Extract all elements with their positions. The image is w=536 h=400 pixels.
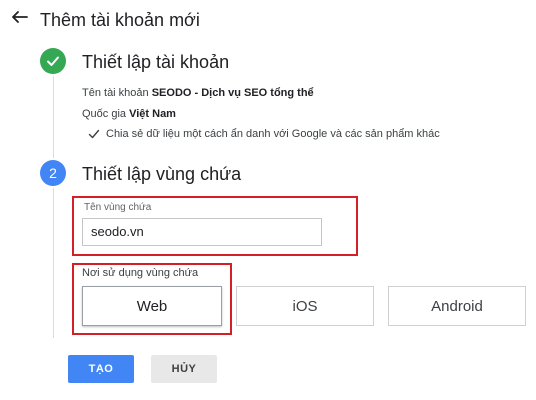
cancel-button[interactable]: HỦY (151, 355, 217, 383)
step2-number-badge: 2 (40, 160, 66, 186)
data-sharing-text: Chia sẻ dữ liệu một cách ẩn danh với Goo… (106, 128, 440, 140)
account-name-value: SEODO - Dịch vụ SEO tổng thể (151, 87, 314, 99)
country-line: Quốc gia Việt Nam (82, 108, 176, 120)
page-title: Thêm tài khoản mới (40, 10, 200, 30)
container-name-label: Tên vùng chứa (84, 202, 152, 213)
check-small-icon (88, 129, 100, 139)
back-arrow-icon[interactable] (8, 6, 30, 28)
usage-label: Nơi sử dụng vùng chứa (82, 267, 199, 279)
step-connector-line (53, 76, 54, 158)
account-name-line: Tên tài khoản SEODO - Dịch vụ SEO tổng t… (82, 87, 314, 99)
create-button[interactable]: TẠO (68, 355, 134, 383)
account-name-label: Tên tài khoản (82, 87, 149, 99)
platform-ios-button[interactable]: iOS (236, 286, 374, 326)
step2-title: Thiết lập vùng chứa (82, 164, 242, 184)
container-name-input[interactable]: seodo.vn (82, 218, 322, 246)
data-sharing-line: Chia sẻ dữ liệu một cách ẩn danh với Goo… (88, 128, 440, 140)
step-connector-line (53, 188, 54, 338)
checkmark-icon (47, 56, 59, 66)
country-value: Việt Nam (129, 108, 176, 120)
platform-android-button[interactable]: Android (388, 286, 526, 326)
country-label: Quốc gia (82, 108, 127, 120)
platform-web-button[interactable]: Web (82, 286, 222, 326)
step1-complete-icon (40, 48, 66, 74)
step2-number: 2 (49, 165, 57, 181)
step1-title: Thiết lập tài khoản (82, 52, 230, 72)
